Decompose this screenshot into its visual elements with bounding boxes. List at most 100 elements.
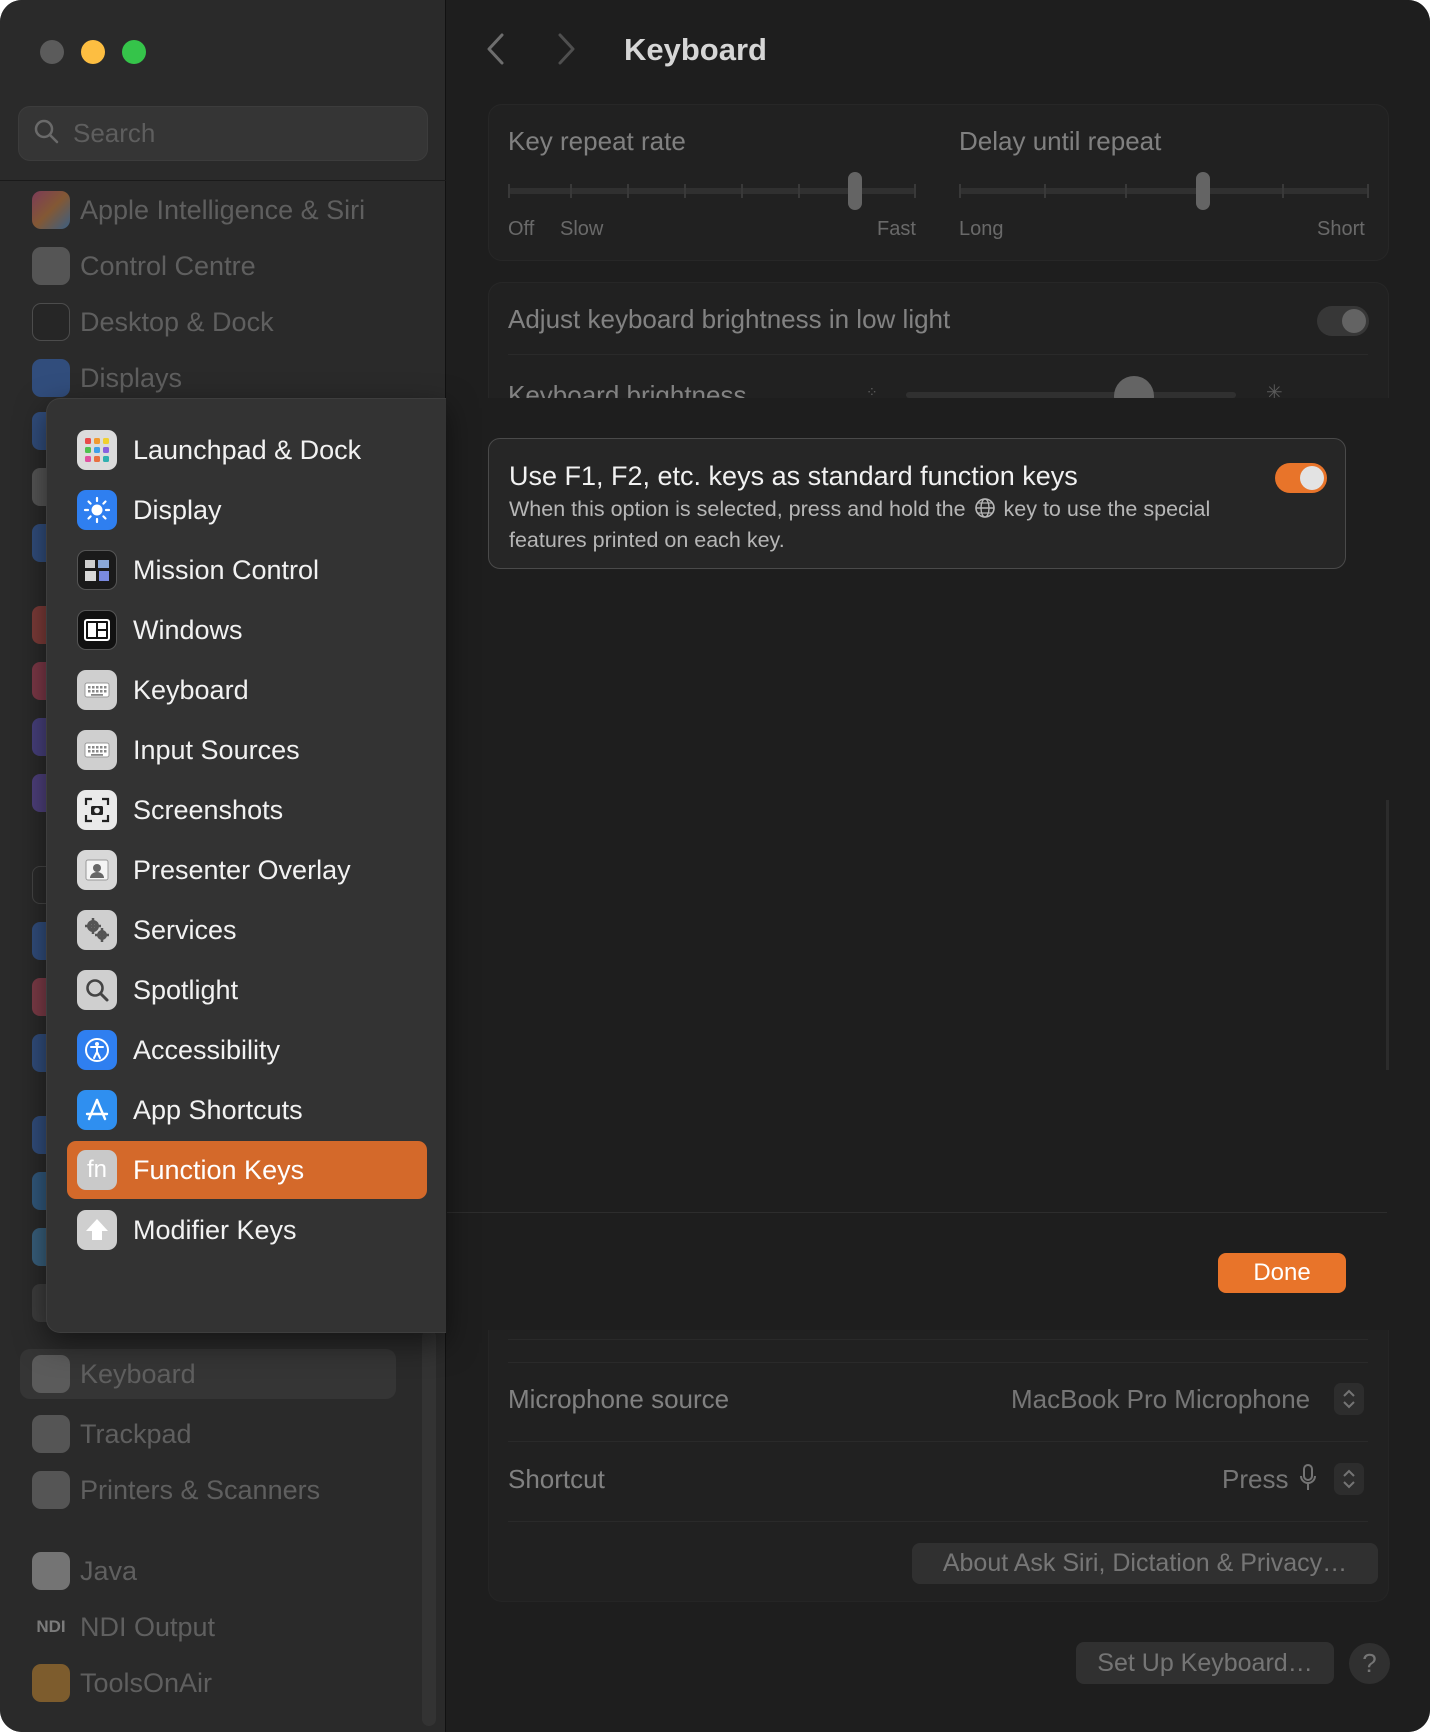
search-input[interactable] [73,118,403,149]
printer-icon [32,1471,70,1509]
function-keys-card: Use F1, F2, etc. keys as standard functi… [488,438,1346,569]
sidebar-item-trackpad[interactable]: Trackpad [32,1409,412,1459]
search-icon [33,118,59,149]
menu-item-modifier-keys[interactable]: Modifier Keys [67,1201,427,1259]
microphone-source-value[interactable]: MacBook Pro Microphone [1011,1384,1310,1415]
done-button[interactable]: Done [1218,1253,1346,1293]
menu-item-display[interactable]: Display [67,481,427,539]
menu-item-label: Screenshots [133,794,284,825]
menu-item-presenter-overlay[interactable]: Presenter Overlay [67,841,427,899]
control-centre-icon [32,247,70,285]
sidebar-item-label: NDI Output [80,1611,216,1642]
search-field[interactable] [18,106,428,161]
slider-tick [741,184,743,198]
mission-control-icon [77,550,117,590]
menu-item-label: Mission Control [133,554,320,585]
help-button[interactable]: ? [1349,1643,1390,1684]
forward-button[interactable] [555,32,577,76]
shortcut-value[interactable]: Press [1222,1464,1288,1495]
slider-tick [959,184,961,198]
row-separator [508,1521,1368,1522]
keyboard-brightness-slider[interactable] [906,392,1236,398]
gears-icon [77,910,117,950]
delay-repeat-knob[interactable] [1196,172,1210,210]
back-button[interactable] [485,32,507,76]
about-siri-privacy-button[interactable]: About Ask Siri, Dictation & Privacy… [912,1543,1378,1584]
menu-item-spotlight[interactable]: Spotlight [67,961,427,1019]
minimize-window-button[interactable] [81,40,105,64]
key-repeat-fast: Fast [877,218,916,240]
launchpad-icon [77,430,117,470]
menu-item-keyboard[interactable]: Keyboard [67,661,427,719]
key-repeat-knob[interactable] [848,172,862,210]
microphone-icon [1298,1463,1318,1498]
menu-item-app-shortcuts[interactable]: App Shortcuts [67,1081,427,1139]
ndi-icon: NDI [36,1617,66,1636]
menu-item-windows[interactable]: Windows [67,601,427,659]
slider-tick [684,184,686,198]
sidebar-item-apple-intelligence[interactable]: Apple Intelligence & Siri [32,185,412,235]
settings-window: Apple Intelligence & Siri Control Centre… [0,0,1430,1732]
keyboard-brightness-label: Keyboard brightness [508,380,747,398]
sidebar-item-toolsonair[interactable]: ToolsOnAir [32,1658,412,1708]
brightness-high-icon: ✳ [1266,382,1283,398]
menu-item-launchpad-dock[interactable]: Launchpad & Dock [67,421,427,479]
delay-repeat-long: Long [959,218,1004,240]
delay-repeat-short: Short [1317,218,1365,240]
keyboard-brightness-knob[interactable] [1114,376,1154,398]
sidebar-item-ndi-output[interactable]: NDI NDI Output [32,1602,412,1652]
menu-item-accessibility[interactable]: Accessibility [67,1021,427,1079]
app-store-icon [77,1090,117,1130]
slider-tick [1125,184,1127,198]
zoom-window-button[interactable] [122,40,146,64]
function-keys-toggle[interactable] [1275,463,1327,493]
key-repeat-label: Key repeat rate [508,126,686,156]
delay-repeat-slider[interactable] [959,188,1369,194]
menu-item-services[interactable]: Services [67,901,427,959]
menu-item-label: Spotlight [133,974,239,1005]
sidebar-item-control-centre[interactable]: Control Centre [32,241,412,291]
sidebar-item-desktop-dock[interactable]: Desktop & Dock [32,297,412,347]
menu-item-label: Accessibility [133,1034,281,1065]
menu-item-label: Function Keys [133,1154,305,1185]
sidebar-item-keyboard[interactable]: Keyboard [20,1349,396,1399]
keyboard-icon [32,1355,70,1393]
slider-tick [570,184,572,198]
desktop-dock-icon [32,303,70,341]
sidebar-item-java[interactable]: Java [32,1546,412,1596]
menu-item-label: Keyboard [133,674,249,705]
sidebar-item-label: ToolsOnAir [80,1667,213,1698]
presenter-overlay-icon [77,850,117,890]
menu-item-input-sources[interactable]: Input Sources [67,721,427,779]
slider-tick [1367,184,1369,198]
menu-item-mission-control[interactable]: Mission Control [67,541,427,599]
sidebar-scrollbar[interactable] [422,1330,436,1726]
shortcut-label: Shortcut [508,1464,605,1494]
shift-arrow-icon [77,1210,117,1250]
adjust-brightness-label: Adjust keyboard brightness in low light [508,304,951,334]
menu-item-label: App Shortcuts [133,1094,303,1125]
screenshot-icon [77,790,117,830]
fn-desc-part1: When this option is selected, press and … [509,497,966,521]
row-separator [508,1330,1368,1340]
menu-item-function-keys[interactable]: fn Function Keys [67,1141,427,1199]
key-repeat-slow: Slow [560,218,604,240]
menu-item-label: Modifier Keys [133,1214,297,1245]
shortcut-chevron-updown-icon[interactable] [1334,1463,1364,1495]
sidebar-item-displays[interactable]: Displays [32,353,412,403]
java-icon [32,1552,70,1590]
siri-icon [32,191,70,229]
slider-tick [508,184,510,198]
microphone-chevron-updown-icon[interactable] [1334,1383,1364,1415]
sidebar-item-printers[interactable]: Printers & Scanners [32,1465,412,1515]
sidebar-item-label: Displays [80,362,183,393]
setup-keyboard-button[interactable]: Set Up Keyboard… [1076,1642,1334,1684]
slider-tick [1044,184,1046,198]
adjust-brightness-toggle[interactable] [1317,306,1369,336]
close-window-button[interactable] [40,40,64,64]
function-keys-title: Use F1, F2, etc. keys as standard functi… [509,461,1078,491]
displays-icon [32,359,70,397]
menu-item-screenshots[interactable]: Screenshots [67,781,427,839]
toolsonair-icon [32,1664,70,1702]
trackpad-icon [32,1415,70,1453]
